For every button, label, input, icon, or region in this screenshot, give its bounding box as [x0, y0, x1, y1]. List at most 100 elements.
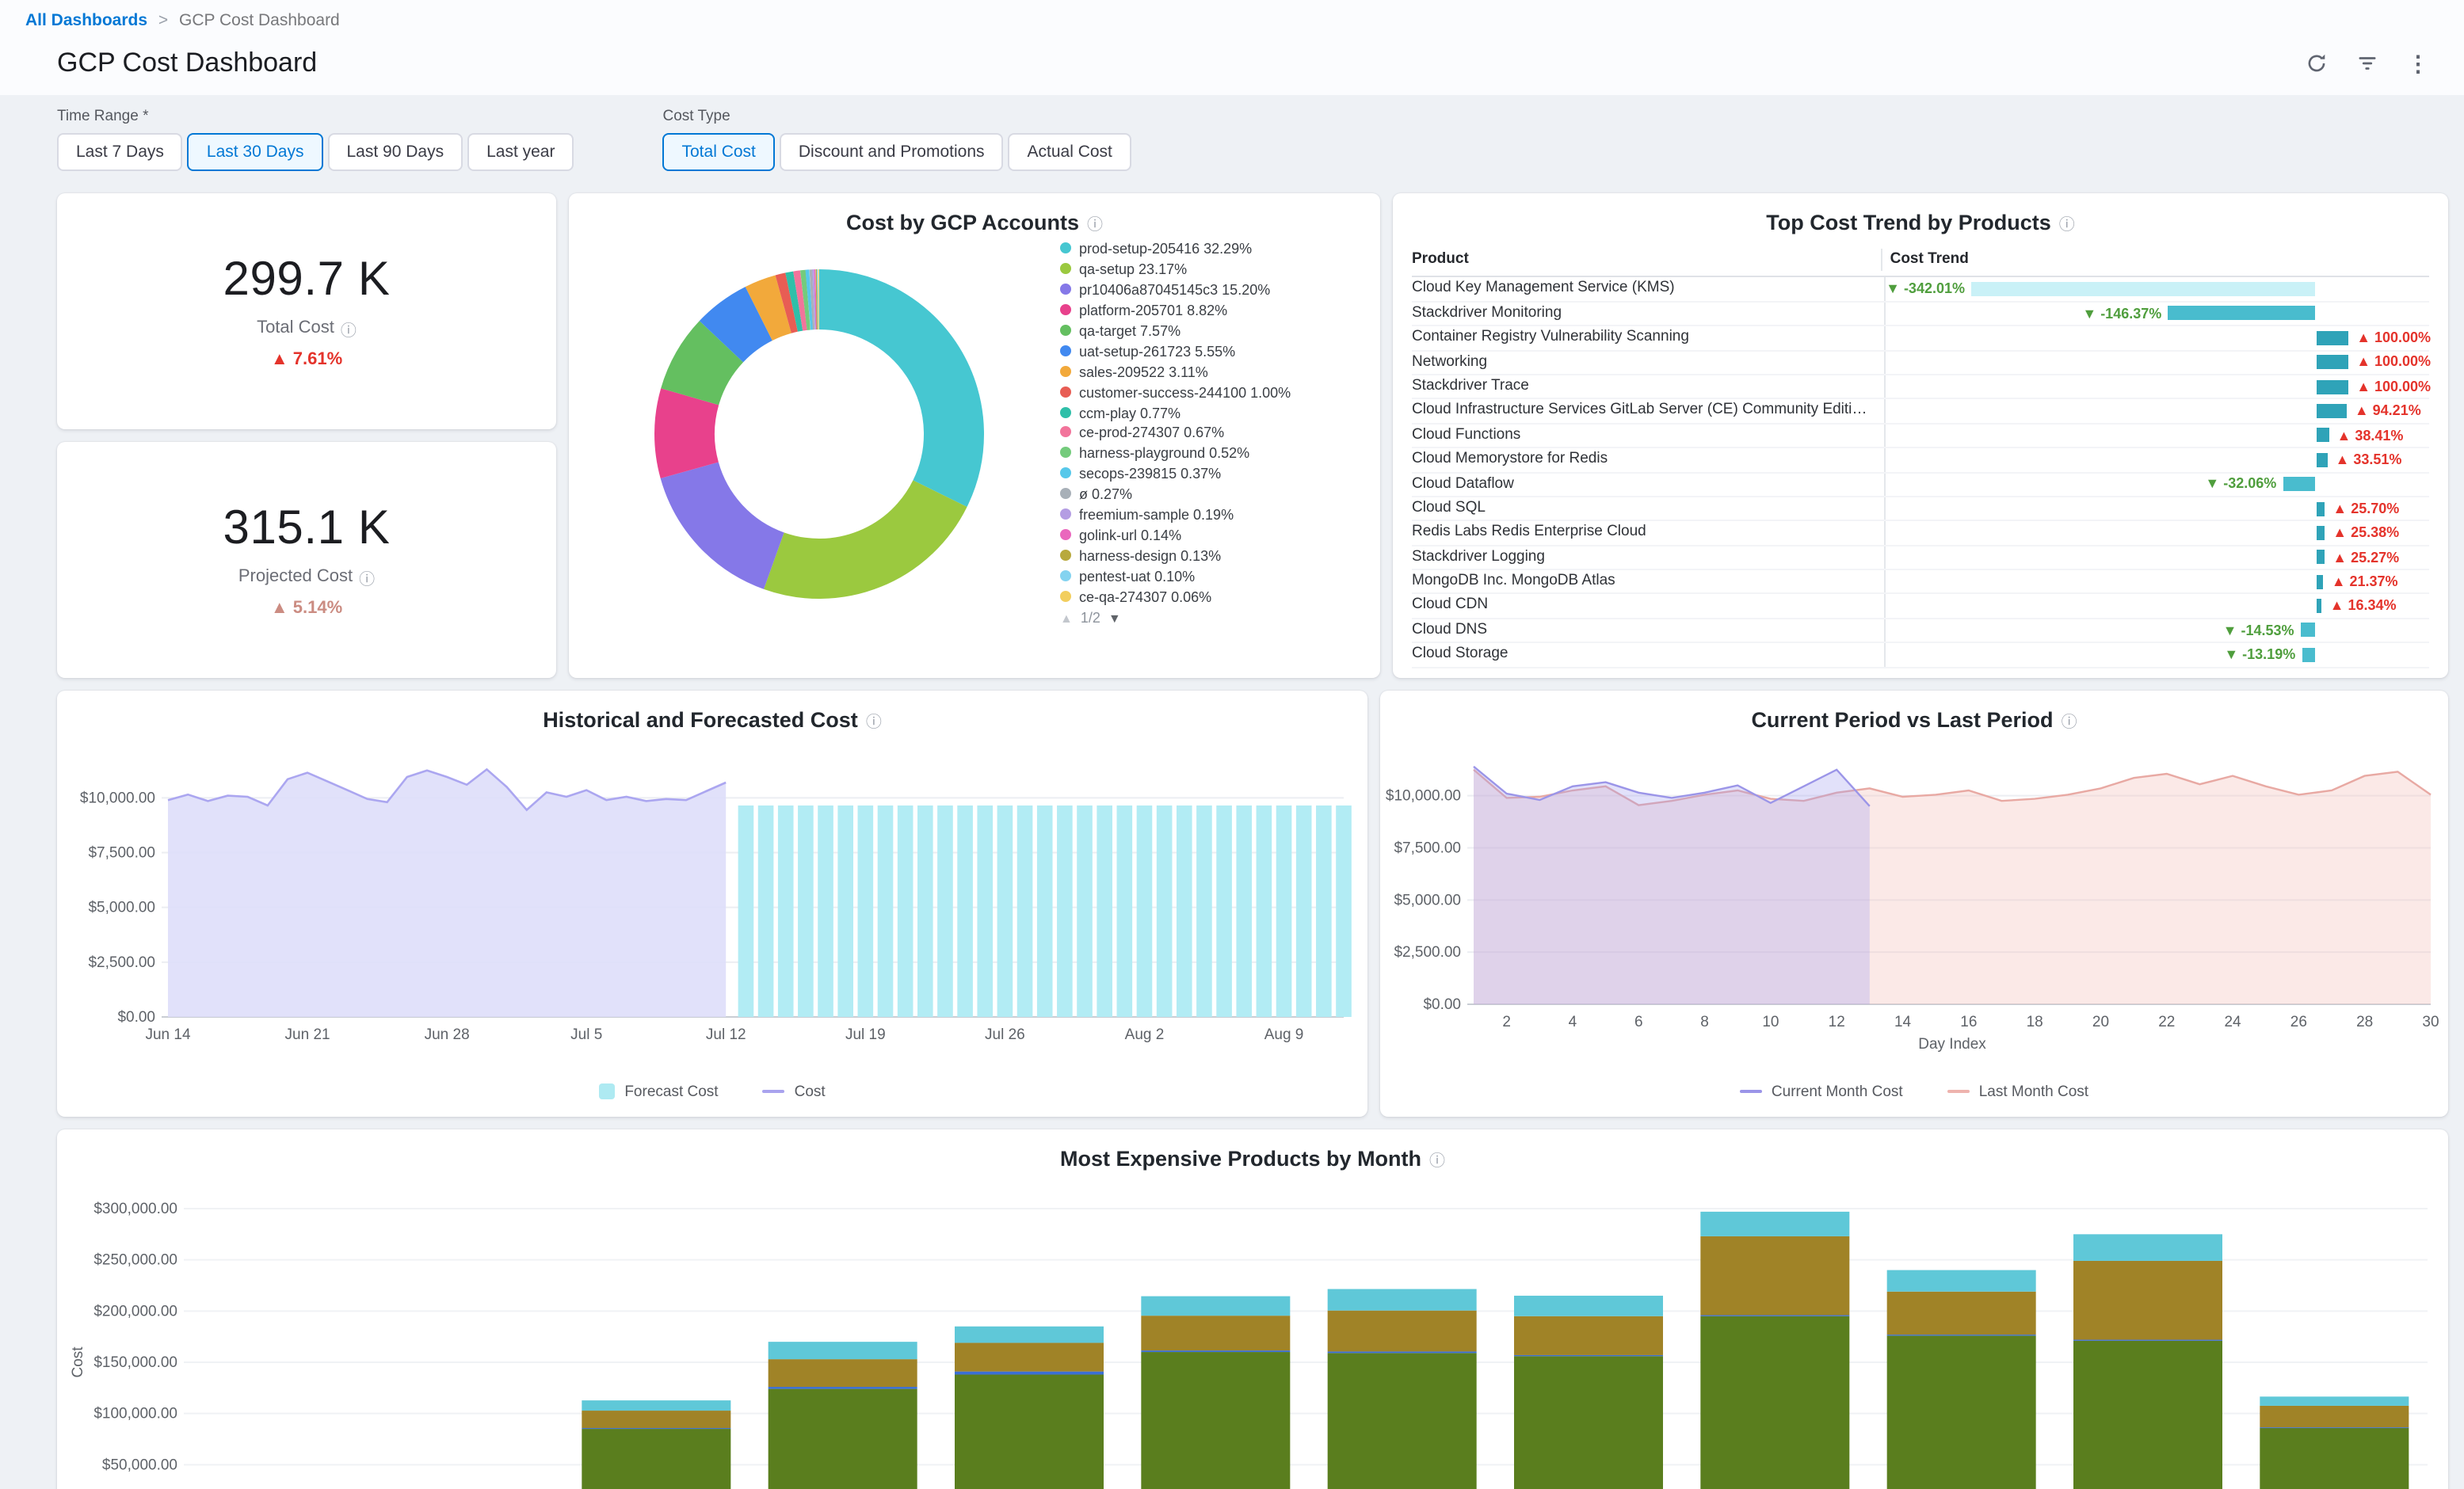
svg-text:$0.00: $0.00	[1423, 996, 1461, 1012]
svg-text:26: 26	[2290, 1013, 2307, 1030]
legend-page-up-icon[interactable]: ▲	[1060, 611, 1073, 626]
chart-legend-item-current-month-cost[interactable]: Current Month Cost	[1740, 1083, 1903, 1100]
filter-icon[interactable]	[2356, 52, 2378, 74]
cost-type-chip-actual-cost[interactable]: Actual Cost	[1009, 133, 1131, 171]
chart-legend-item-cost[interactable]: Cost	[763, 1083, 826, 1100]
time-range-chip-last-year[interactable]: Last year	[467, 133, 574, 171]
chart-legend-item-last-month-cost[interactable]: Last Month Cost	[1947, 1083, 2088, 1100]
historical-forecast-card: Historical and Forecasted Cost ⓘ $10,000…	[57, 690, 1367, 1116]
legend-page-down-icon[interactable]: ▼	[1108, 611, 1121, 626]
trend-col-cost-trend: Cost Trend	[1881, 249, 2429, 272]
donut-legend-item[interactable]: ce-qa-274307 0.06%	[1060, 589, 1361, 606]
trend-value-label: ▲ 21.37%	[2332, 573, 2398, 589]
trend-value-label: ▲ 38.41%	[2337, 427, 2404, 443]
trend-row-networking: Networking▲ 100.00%	[1412, 351, 2429, 375]
trend-row-cloud-infrastructure-services-gitlab-ser: Cloud Infrastructure Services GitLab Ser…	[1412, 400, 2429, 425]
trend-product-name: Redis Labs Redis Enterprise Cloud	[1412, 522, 1884, 545]
svg-text:$2,500.00: $2,500.00	[87, 954, 154, 970]
time-range-label: Time Range *	[57, 108, 574, 125]
trend-bar	[2168, 307, 2315, 321]
legend-dot-icon	[1060, 591, 1071, 602]
trend-product-name: Cloud Infrastructure Services GitLab Ser…	[1412, 400, 1884, 423]
breadcrumb-current: GCP Cost Dashboard	[179, 11, 340, 30]
svg-text:$5,000.00: $5,000.00	[1394, 892, 1461, 908]
trend-row-cloud-functions: Cloud Functions ▲ 38.41%	[1412, 425, 2429, 449]
legend-label: sales-209522 3.11%	[1079, 364, 1208, 380]
legend-dot-icon	[1060, 529, 1071, 540]
donut-legend-item[interactable]: pentest-uat 0.10%	[1060, 569, 1361, 585]
donut-slice-harness-playground	[803, 299, 808, 300]
trend-value-label: ▼ -342.01%	[1886, 280, 1965, 296]
info-icon: ⓘ	[1429, 1146, 1445, 1170]
cost-type-chip-discount-and-promotions[interactable]: Discount and Promotions	[780, 133, 1004, 171]
donut-legend-item[interactable]: uat-setup-261723 5.55%	[1060, 343, 1361, 360]
info-icon: ⓘ	[2062, 707, 2077, 731]
toolbar-actions: ⋮	[2306, 50, 2429, 77]
time-range-chip-last-30-days[interactable]: Last 30 Days	[188, 133, 323, 171]
trend-product-name: Cloud Functions	[1412, 425, 1884, 447]
svg-text:$200,000.00: $200,000.00	[93, 1303, 177, 1320]
donut-legend-item[interactable]: golink-url 0.14%	[1060, 527, 1361, 544]
donut-legend-item[interactable]: pr10406a87045145c3 15.20%	[1060, 282, 1361, 299]
donut-card-title: Cost by GCP Accounts ⓘ	[569, 193, 1380, 241]
donut-legend-item[interactable]: qa-target 7.57%	[1060, 323, 1361, 340]
donut-legend-item[interactable]: freemium-sample 0.19%	[1060, 507, 1361, 524]
donut-legend-item[interactable]: platform-205701 8.82%	[1060, 303, 1361, 319]
svg-text:Day Index: Day Index	[1918, 1035, 1986, 1052]
chart-legend-item-forecast-cost[interactable]: Forecast Cost	[599, 1083, 718, 1100]
donut-legend-item[interactable]: qa-setup 23.17%	[1060, 261, 1361, 278]
refresh-icon[interactable]	[2306, 52, 2328, 74]
donut-legend-item[interactable]: ccm-play 0.77%	[1060, 405, 1361, 421]
breadcrumb: All Dashboards > GCP Cost Dashboard	[0, 6, 2464, 41]
cost-type-chip-total-cost[interactable]: Total Cost	[663, 133, 775, 171]
legend-label: platform-205701 8.82%	[1079, 303, 1227, 319]
time-range-chip-last-90-days[interactable]: Last 90 Days	[328, 133, 463, 171]
legend-label: Last Month Cost	[1979, 1083, 2088, 1100]
svg-text:$5,000.00: $5,000.00	[87, 899, 154, 916]
trend-product-name: Stackdriver Monitoring	[1412, 303, 1884, 326]
trend-value-label: ▼ -14.53%	[2223, 622, 2294, 638]
svg-text:$7,500.00: $7,500.00	[87, 844, 154, 861]
trend-bar-cell: ▼ -13.19%	[1884, 644, 2429, 667]
total-cost-card: 299.7 K Total Cost ⓘ ▲ 7.61%	[57, 193, 556, 429]
donut-slice-uat-setup-261723	[721, 314, 758, 341]
trend-card-title: Top Cost Trend by Products ⓘ	[1393, 193, 2448, 241]
trend-bar-cell: ▲ 33.51%	[1884, 448, 2429, 471]
trend-row-stackdriver-monitoring: Stackdriver Monitoring▼ -146.37%	[1412, 303, 2429, 327]
cost-type-label: Cost Type	[663, 108, 1131, 125]
donut-legend-item[interactable]: ø 0.27%	[1060, 487, 1361, 504]
donut-legend-item[interactable]: prod-setup-205416 32.29%	[1060, 241, 1361, 257]
trend-value-label: ▲ 25.38%	[2332, 524, 2399, 540]
svg-text:$10,000.00: $10,000.00	[1386, 787, 1461, 804]
legend-label: Forecast Cost	[624, 1083, 718, 1100]
donut-legend-item[interactable]: ce-prod-274307 0.67%	[1060, 425, 1361, 442]
trend-bar	[2317, 428, 2329, 443]
svg-text:2: 2	[1502, 1013, 1511, 1030]
cost-type-filter: Cost Type Total CostDiscount and Promoti…	[663, 108, 1131, 171]
historical-card-title: Historical and Forecasted Cost ⓘ	[57, 690, 1367, 737]
trend-product-name: Cloud Storage	[1412, 644, 1884, 667]
total-cost-delta: ▲ 7.61%	[271, 350, 342, 369]
svg-text:Aug 2: Aug 2	[1124, 1026, 1164, 1042]
stacked-card-title: Most Expensive Products by Month ⓘ	[57, 1129, 2448, 1176]
projected-cost-label: Projected Cost ⓘ	[238, 565, 375, 588]
donut-legend-item[interactable]: harness-playground 0.52%	[1060, 446, 1361, 463]
trend-bar	[2317, 404, 2347, 418]
trend-row-redis-labs-redis-enterprise-cloud: Redis Labs Redis Enterprise Cloud ▲ 25.38…	[1412, 522, 2429, 546]
info-icon: ⓘ	[1087, 211, 1103, 234]
breadcrumb-link-all-dashboards[interactable]: All Dashboards	[25, 11, 147, 30]
donut-legend-item[interactable]: sales-209522 3.11%	[1060, 364, 1361, 380]
donut-slice-customer-success-244100	[784, 302, 791, 304]
more-options-icon[interactable]: ⋮	[2407, 50, 2429, 77]
donut-legend-item[interactable]: harness-design 0.13%	[1060, 548, 1361, 565]
time-range-chip-last-7-days[interactable]: Last 7 Days	[57, 133, 183, 171]
stacked-bar-card: Most Expensive Products by Month ⓘ $300,…	[57, 1129, 2448, 1489]
trend-value-label: ▲ 100.00%	[2356, 379, 2431, 394]
legend-dot-icon	[1060, 427, 1071, 438]
comparison-chart-legend: Current Month Cost Last Month Cost	[1380, 1073, 2448, 1116]
donut-slice-ce-prod-274307	[798, 300, 803, 301]
donut-legend-item[interactable]: customer-success-244100 1.00%	[1060, 384, 1361, 401]
period-comparison-card: Current Period vs Last Period ⓘ $10,000.…	[1380, 690, 2448, 1116]
page-title: GCP Cost Dashboard	[57, 48, 317, 79]
donut-legend-item[interactable]: secops-239815 0.37%	[1060, 467, 1361, 483]
